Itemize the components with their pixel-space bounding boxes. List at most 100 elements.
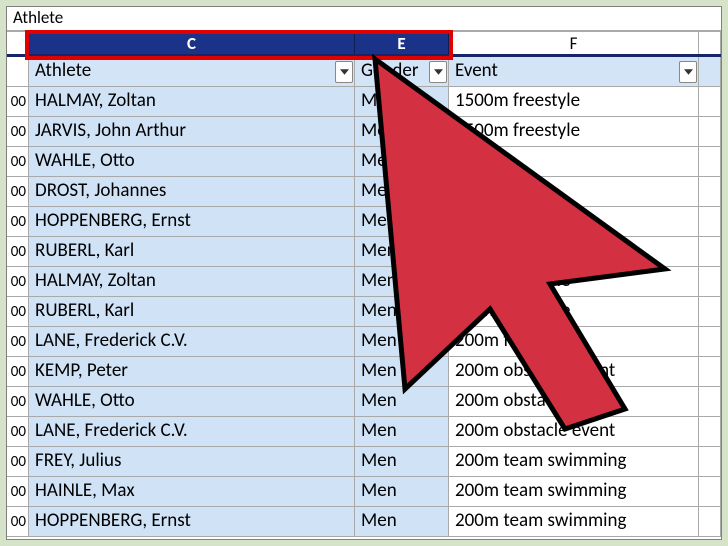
cell-next[interactable] bbox=[699, 477, 721, 507]
column-header-c[interactable]: C bbox=[29, 32, 355, 54]
row-header[interactable]: 00 bbox=[7, 357, 29, 387]
column-header-e[interactable]: E bbox=[355, 32, 449, 54]
row-header[interactable]: 00 bbox=[7, 297, 29, 327]
cell-gender[interactable]: Men bbox=[355, 87, 449, 117]
header-cell-event[interactable]: Event bbox=[449, 57, 699, 87]
filter-button[interactable] bbox=[429, 61, 447, 83]
grid-body: Athlete Gender Event bbox=[29, 57, 721, 537]
cell-next[interactable] bbox=[699, 147, 721, 177]
row-header[interactable]: 00 bbox=[7, 387, 29, 417]
cell-gender[interactable]: Men bbox=[355, 327, 449, 357]
cell-next[interactable] bbox=[699, 297, 721, 327]
cell-event[interactable]: 200m freestyle bbox=[449, 327, 699, 357]
cell-athlete[interactable]: KEMP, Peter bbox=[29, 357, 355, 387]
cell-event[interactable]: 200m obstacle event bbox=[449, 417, 699, 447]
filter-button[interactable] bbox=[335, 61, 353, 83]
table-row: HOPPENBERG, ErnstMenbackstroke bbox=[29, 207, 721, 237]
cell-event[interactable]: backstroke bbox=[449, 207, 699, 237]
cell-athlete[interactable]: WAHLE, Otto bbox=[29, 147, 355, 177]
row-header[interactable]: 00 bbox=[7, 237, 29, 267]
cell-gender[interactable]: Men bbox=[355, 447, 449, 477]
header-label: Gender bbox=[361, 59, 418, 82]
row-header[interactable]: 00 bbox=[7, 267, 29, 297]
cell-event[interactable]: 200m freestyle bbox=[449, 267, 699, 297]
cell-athlete[interactable]: HALMAY, Zoltan bbox=[29, 87, 355, 117]
cell-event[interactable]: 200m team swimming bbox=[449, 447, 699, 477]
cell-next[interactable] bbox=[699, 117, 721, 147]
row-headers: 000000000000000000000000000000 bbox=[7, 57, 29, 537]
cell-gender[interactable]: Men bbox=[355, 477, 449, 507]
cell-gender[interactable]: Men bbox=[355, 177, 449, 207]
row-header[interactable]: 00 bbox=[7, 507, 29, 537]
table-row: WAHLE, OttoMen200m obstacle event bbox=[29, 387, 721, 417]
select-all-corner[interactable] bbox=[7, 32, 29, 54]
cell-gender[interactable]: Men bbox=[355, 147, 449, 177]
cell-athlete[interactable]: WAHLE, Otto bbox=[29, 387, 355, 417]
cell-next[interactable] bbox=[699, 417, 721, 447]
cell-athlete[interactable]: HAINLE, Max bbox=[29, 477, 355, 507]
cell-athlete[interactable]: RUBERL, Karl bbox=[29, 297, 355, 327]
cell-next[interactable] bbox=[699, 177, 721, 207]
row-header[interactable]: 00 bbox=[7, 327, 29, 357]
cell-athlete[interactable]: LANE, Frederick C.V. bbox=[29, 417, 355, 447]
header-cell-next[interactable] bbox=[699, 57, 721, 87]
cell-event[interactable]: 200m obstacle event bbox=[449, 387, 699, 417]
table-row: RUBERL, KarlMenbackstroke bbox=[29, 237, 721, 267]
cell-gender[interactable]: Men bbox=[355, 297, 449, 327]
cell-next[interactable] bbox=[699, 447, 721, 477]
row-header[interactable]: 00 bbox=[7, 147, 29, 177]
column-header-f[interactable]: F bbox=[449, 32, 699, 54]
cell-next[interactable] bbox=[699, 237, 721, 267]
cell-gender[interactable]: Men bbox=[355, 357, 449, 387]
cell-gender[interactable]: Men bbox=[355, 237, 449, 267]
table-row: HAINLE, MaxMen200m team swimming bbox=[29, 477, 721, 507]
spreadsheet-window: Athlete C E F 00000000000000000000000000… bbox=[6, 6, 722, 540]
header-cell-gender[interactable]: Gender bbox=[355, 57, 449, 87]
row-header[interactable]: 00 bbox=[7, 477, 29, 507]
cell-athlete[interactable]: DROST, Johannes bbox=[29, 177, 355, 207]
cell-athlete[interactable]: HOPPENBERG, Ernst bbox=[29, 507, 355, 537]
cell-event[interactable] bbox=[449, 177, 699, 207]
header-cell-athlete[interactable]: Athlete bbox=[29, 57, 355, 87]
cell-gender[interactable]: Men bbox=[355, 387, 449, 417]
cell-gender[interactable]: Men bbox=[355, 117, 449, 147]
cell-next[interactable] bbox=[699, 207, 721, 237]
cell-event[interactable]: 200m team swimming bbox=[449, 507, 699, 537]
cell-event[interactable]: 1500m freestyle bbox=[449, 117, 699, 147]
cell-athlete[interactable]: HALMAY, Zoltan bbox=[29, 267, 355, 297]
cell-athlete[interactable]: JARVIS, John Arthur bbox=[29, 117, 355, 147]
cell-next[interactable] bbox=[699, 507, 721, 537]
cell-event[interactable]: 200m obstacle event bbox=[449, 357, 699, 387]
name-box[interactable]: Athlete bbox=[7, 7, 721, 31]
cell-gender[interactable]: Men bbox=[355, 507, 449, 537]
cell-event[interactable]: 200m freestyle bbox=[449, 297, 699, 327]
column-header-g[interactable] bbox=[699, 32, 721, 54]
cell-event[interactable]: 200m team swimming bbox=[449, 477, 699, 507]
cell-next[interactable] bbox=[699, 267, 721, 297]
cell-next[interactable] bbox=[699, 87, 721, 117]
table-row: KEMP, PeterMen200m obstacle event bbox=[29, 357, 721, 387]
cell-next[interactable] bbox=[699, 327, 721, 357]
row-header[interactable] bbox=[7, 57, 29, 87]
cell-athlete[interactable]: HOPPENBERG, Ernst bbox=[29, 207, 355, 237]
cell-gender[interactable]: Men bbox=[355, 267, 449, 297]
row-header[interactable]: 00 bbox=[7, 177, 29, 207]
filter-button[interactable] bbox=[679, 61, 697, 83]
cell-athlete[interactable]: LANE, Frederick C.V. bbox=[29, 327, 355, 357]
cell-athlete[interactable]: RUBERL, Karl bbox=[29, 237, 355, 267]
cell-gender[interactable]: Men bbox=[355, 207, 449, 237]
row-header[interactable]: 00 bbox=[7, 117, 29, 147]
row-header[interactable]: 00 bbox=[7, 87, 29, 117]
chevron-down-icon bbox=[340, 69, 349, 75]
row-header[interactable]: 00 bbox=[7, 207, 29, 237]
row-header[interactable]: 00 bbox=[7, 417, 29, 447]
cell-next[interactable] bbox=[699, 357, 721, 387]
cell-gender[interactable]: Men bbox=[355, 417, 449, 447]
cell-event[interactable]: backstroke bbox=[449, 237, 699, 267]
table-row: LANE, Frederick C.V.Men200m freestyle bbox=[29, 327, 721, 357]
cell-event[interactable] bbox=[449, 147, 699, 177]
cell-event[interactable]: 1500m freestyle bbox=[449, 87, 699, 117]
cell-athlete[interactable]: FREY, Julius bbox=[29, 447, 355, 477]
row-header[interactable]: 00 bbox=[7, 447, 29, 477]
cell-next[interactable] bbox=[699, 387, 721, 417]
